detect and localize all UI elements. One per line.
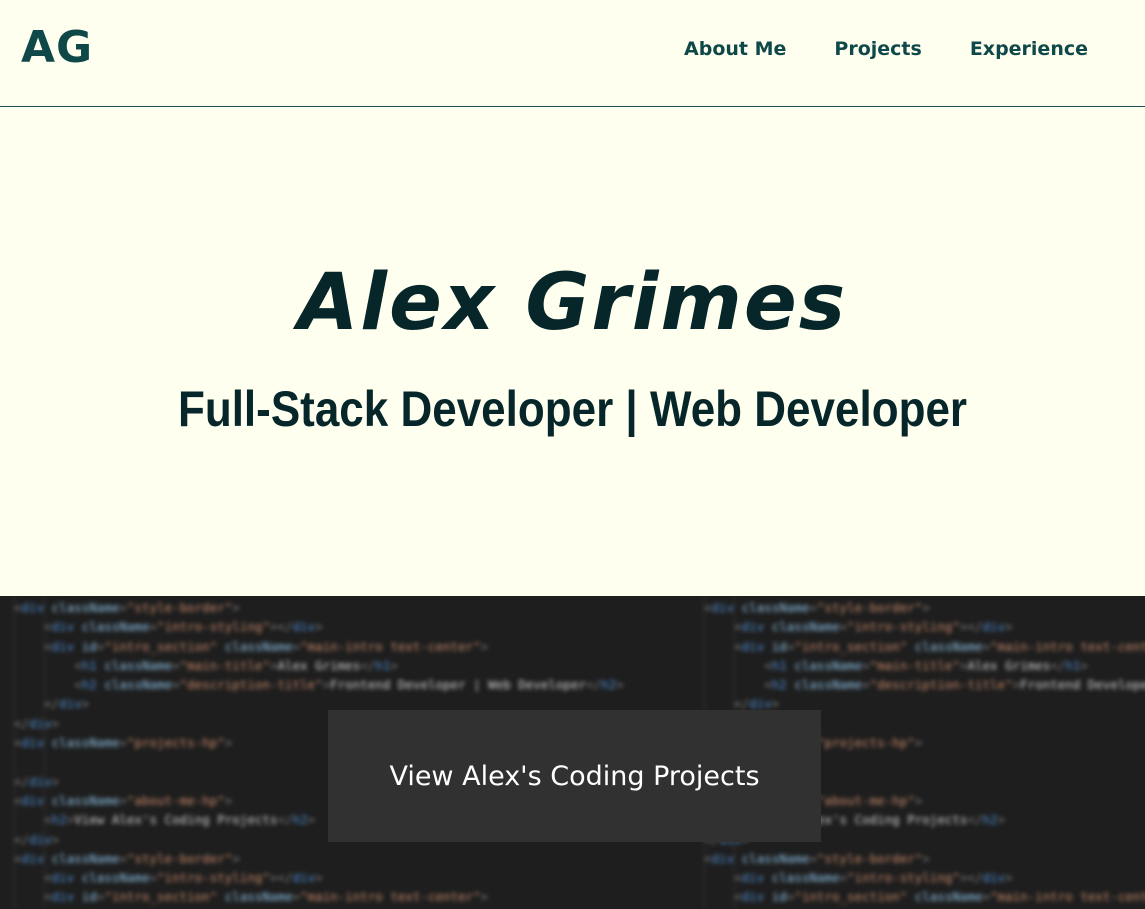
nav-link-about-me[interactable]: About Me (684, 38, 786, 60)
nav-links: About Me Projects Experience (684, 38, 1088, 60)
nav-link-experience[interactable]: Experience (970, 38, 1088, 60)
navbar: AG About Me Projects Experience (0, 0, 1145, 107)
view-projects-button[interactable]: View Alex's Coding Projects (328, 710, 821, 842)
hero-subtitle: Full-Stack Developer | Web Developer (177, 381, 968, 437)
logo[interactable]: AG (21, 22, 93, 73)
hero-section: Alex Grimes Full-Stack Developer | Web D… (0, 108, 1145, 596)
nav-link-projects[interactable]: Projects (834, 38, 921, 60)
hero-title: Alex Grimes (297, 258, 848, 348)
